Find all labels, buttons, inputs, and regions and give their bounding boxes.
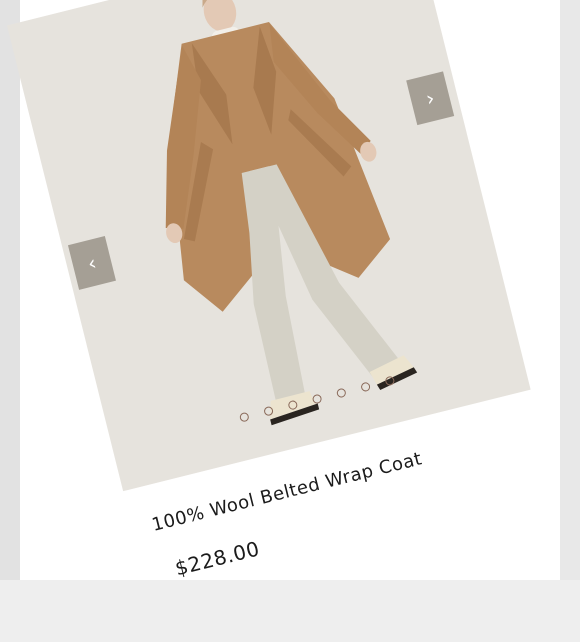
chevron-left-icon: ‹: [85, 250, 99, 276]
screen-edge-right: [560, 0, 580, 580]
product-page: ‹ › 100% Wool Belted Wrap Coat $228.00: [6, 0, 560, 580]
product-price: $228.00: [172, 536, 263, 581]
chevron-right-icon: ›: [423, 85, 437, 111]
model-coat-photo: [7, 0, 418, 426]
product-image-carousel[interactable]: ‹ ›: [6, 0, 531, 492]
product-card: ‹ › 100% Wool Belted Wrap Coat $228.00: [0, 0, 580, 642]
